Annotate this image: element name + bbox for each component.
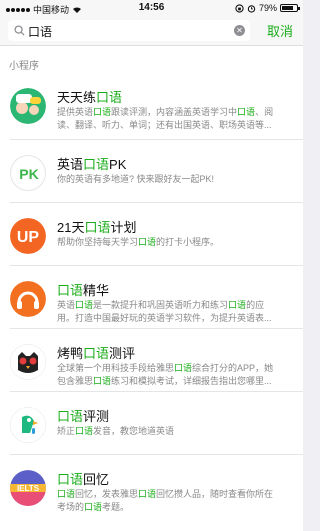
- desc-highlight: 口语: [228, 300, 247, 310]
- search-icon: [14, 25, 25, 36]
- item-description: 提供英语口语跟读评测，内容涵盖英语学习中口语、阅读、翻译、听力、单词；还有出国英…: [57, 106, 281, 132]
- divider: [10, 202, 303, 203]
- title-highlight: 口语: [83, 157, 110, 172]
- battery-percent: 79%: [258, 3, 277, 13]
- desc-highlight: 口语: [75, 300, 94, 310]
- title-text: 精华: [83, 283, 110, 298]
- list-item[interactable]: PK 英语口语PK 你的英语有多地道? 快来跟好友一起PK!: [0, 143, 303, 206]
- title-text: 测评: [109, 346, 136, 361]
- title-highlight: 口语: [96, 90, 123, 105]
- battery-icon: [280, 4, 300, 12]
- pk-app-icon: PK: [10, 155, 46, 191]
- desc-text: 考题。: [102, 502, 130, 512]
- desc-text: 练习和模拟考试，详细报告指出您哪里...: [111, 376, 272, 386]
- clear-search-icon[interactable]: ✕: [234, 25, 245, 36]
- item-title: 天天练口语: [57, 87, 122, 106]
- status-right: 79%: [235, 3, 300, 13]
- desc-text: 矫正: [57, 426, 76, 436]
- desc-highlight: 口语: [84, 502, 103, 512]
- item-description: 英语口语是一款提升和巩固英语听力和练习口语的应用。打造中国最好玩的英语学习软件，…: [57, 299, 281, 325]
- ielts-icon-text: IELTS: [17, 484, 40, 493]
- search-bar: 口语 ✕ 取消: [0, 16, 303, 46]
- desc-text: 提供英语: [57, 107, 94, 117]
- list-item[interactable]: UP 21天口语计划 帮助你坚持每天学习口语的打卡小程序。: [0, 206, 303, 269]
- title-text: 评测: [83, 409, 110, 424]
- item-title: 口语精华: [57, 280, 109, 299]
- list-item[interactable]: IELTS 口语回忆 口语回忆，发表雅思口语回忆攒人品，随时查看你所在考场的口语…: [0, 458, 303, 521]
- title-text: 烤鸭: [57, 346, 84, 361]
- owl-app-icon: [10, 344, 46, 380]
- item-title: 21天口语计划: [57, 217, 137, 236]
- title-highlight: 口语: [83, 346, 110, 361]
- divider: [10, 139, 303, 140]
- desc-text: 你的英语有多地道? 快来跟好友一起PK!: [57, 174, 215, 184]
- 21-days-app-icon: UP: [10, 218, 46, 254]
- desc-highlight: 口语: [93, 376, 112, 386]
- divider: [10, 454, 303, 455]
- parrot-app-icon: [10, 407, 46, 443]
- desc-text: 跟读评测，内容涵盖英语学习中: [111, 107, 238, 117]
- desc-highlight: 口语: [237, 107, 256, 117]
- title-text: 21天: [57, 220, 85, 235]
- tiantianlian-app-icon: [10, 88, 46, 124]
- headphones-app-icon: [10, 281, 46, 317]
- desc-highlight: 口语: [57, 489, 76, 499]
- desc-highlight: 口语: [75, 426, 94, 436]
- battery-fill: [282, 6, 294, 10]
- divider: [10, 265, 303, 266]
- divider: [10, 328, 303, 329]
- cancel-button[interactable]: 取消: [267, 21, 293, 40]
- status-bar: 中国移动 14:56 79%: [0, 0, 303, 16]
- item-description: 帮助你坚持每天学习口语的打卡小程序。: [57, 236, 281, 249]
- lock-rotation-icon: [235, 3, 244, 13]
- desc-highlight: 口语: [138, 237, 157, 247]
- title-text: 天天练: [57, 90, 97, 105]
- title-text: 英语: [57, 157, 84, 172]
- list-item[interactable]: 天天练口语 提供英语口语跟读评测，内容涵盖英语学习中口语、阅读、翻译、听力、单词…: [0, 76, 303, 139]
- title-text: PK: [109, 157, 127, 172]
- item-description: 你的英语有多地道? 快来跟好友一起PK!: [57, 173, 281, 186]
- desc-text: 全球第一个用科技手段给雅思: [57, 363, 175, 373]
- desc-text: 英语: [57, 300, 76, 310]
- desc-text: 帮助你坚持每天学习: [57, 237, 139, 247]
- item-title: 口语评测: [57, 406, 109, 425]
- desc-highlight: 口语: [93, 107, 112, 117]
- ielts-app-icon: IELTS: [10, 470, 46, 506]
- item-description: 口语回忆，发表雅思口语回忆攒人品，随时查看你所在考场的口语考题。: [57, 488, 281, 514]
- list-item[interactable]: 口语评测 矫正口语发音，教您地道英语: [0, 395, 303, 458]
- item-title: 英语口语PK: [57, 154, 126, 173]
- title-highlight: 口语: [84, 220, 111, 235]
- desc-highlight: 口语: [174, 363, 193, 373]
- search-input[interactable]: 口语 ✕: [8, 20, 250, 41]
- desc-text: 的打卡小程序。: [156, 237, 220, 247]
- list-item[interactable]: 烤鸭口语测评 全球第一个用科技手段给雅思口语综合打分的APP，她包含雅思口语练习…: [0, 332, 303, 395]
- item-description: 全球第一个用科技手段给雅思口语综合打分的APP，她包含雅思口语练习和模拟考试，详…: [57, 362, 281, 388]
- pk-icon-text: PK: [19, 166, 38, 182]
- item-title: 口语回忆: [57, 469, 109, 488]
- title-highlight: 口语: [57, 283, 84, 298]
- up-icon-text: UP: [17, 229, 40, 246]
- alarm-icon: [247, 4, 256, 13]
- item-description: 矫正口语发音，教您地道英语: [57, 425, 281, 438]
- divider: [10, 391, 303, 392]
- title-highlight: 口语: [57, 472, 84, 487]
- desc-highlight: 口语: [138, 489, 157, 499]
- search-query: 口语: [28, 25, 53, 39]
- desc-text: 是一款提升和巩固英语听力和练习: [93, 300, 229, 310]
- list-item[interactable]: 口语精华 英语口语是一款提升和巩固英语听力和练习口语的应用。打造中国最好玩的英语…: [0, 269, 303, 332]
- desc-text: 发音，教您地道英语: [93, 426, 175, 436]
- item-title: 烤鸭口语测评: [57, 343, 135, 362]
- mini-program-section: 小程序 天天练口语 提供英语口语跟读评测，内容涵盖英语学习中口语、阅读、翻译、听…: [0, 46, 303, 531]
- title-text: 计划: [110, 220, 137, 235]
- section-title: 小程序: [9, 61, 39, 72]
- title-text: 回忆: [83, 472, 110, 487]
- title-highlight: 口语: [57, 409, 84, 424]
- desc-text: 回忆，发表雅思: [75, 489, 139, 499]
